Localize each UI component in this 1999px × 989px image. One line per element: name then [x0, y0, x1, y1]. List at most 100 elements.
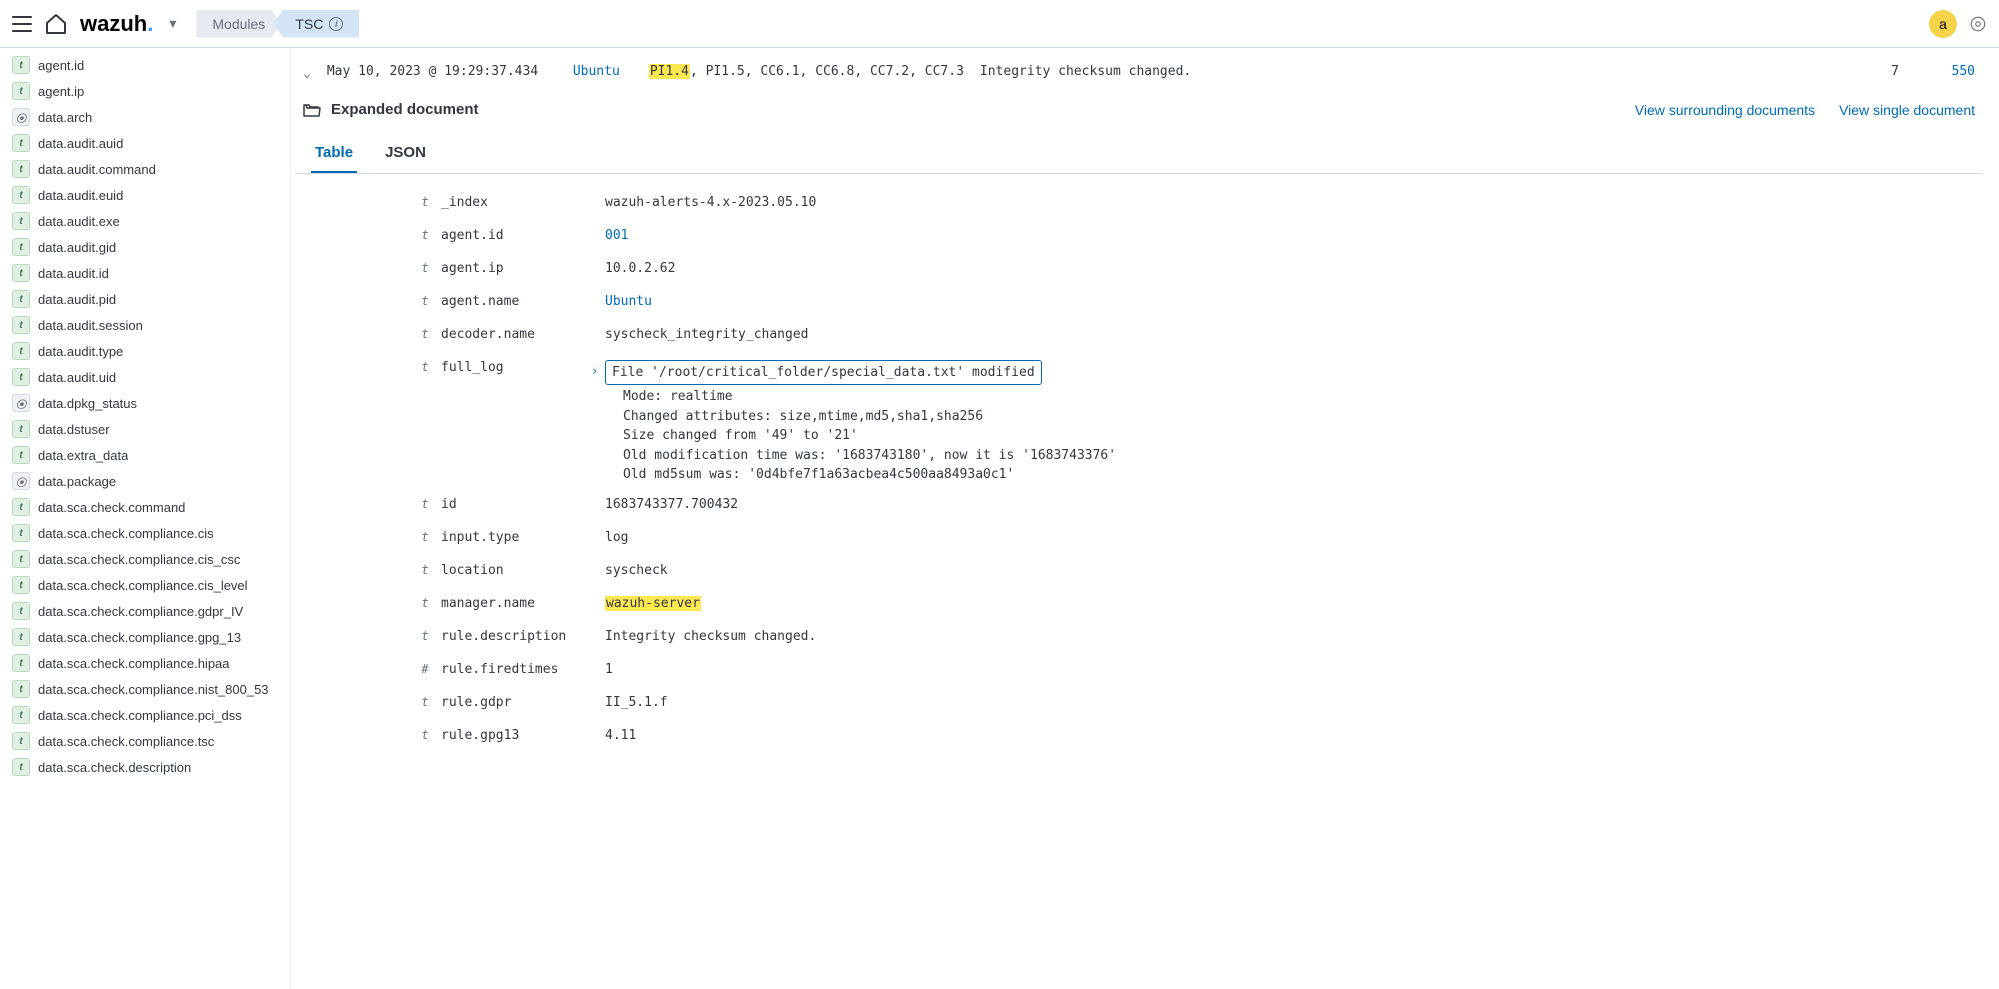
field-name-label: data.sca.check.compliance.pci_dss [38, 708, 242, 723]
field-item[interactable]: tdata.extra_data [0, 442, 290, 468]
wazuh-logo[interactable]: wazuh. [80, 11, 153, 37]
doc-value: II_5.1.f [605, 695, 1983, 710]
field-name-label: data.audit.type [38, 344, 123, 359]
hamburger-menu-icon[interactable] [12, 16, 32, 32]
field-item[interactable]: t data.audit.id [0, 260, 290, 286]
alert-row: ⌄ May 10, 2023 @ 19:29:37.434 Ubuntu PI1… [295, 60, 1983, 85]
full-log-rest: Mode: realtime Changed attributes: size,… [605, 387, 1983, 479]
field-item[interactable]: tdata.audit.uid [0, 364, 290, 390]
field-item[interactable]: ⦿data.package [0, 468, 290, 494]
doc-key: agent.name [435, 294, 605, 309]
view-surrounding-link[interactable]: View surrounding documents [1635, 102, 1815, 118]
breadcrumb-tsc[interactable]: TSC i [273, 10, 359, 38]
info-icon[interactable]: i [329, 17, 343, 31]
tab-json[interactable]: JSON [381, 134, 430, 173]
doc-row: tagent.id001 [415, 219, 1983, 252]
clock-type-icon: ⦿ [12, 394, 30, 412]
field-name-label: data.sca.check.command [38, 500, 185, 515]
field-name-label: data.dpkg_status [38, 396, 137, 411]
chevron-down-icon[interactable]: ▾ [169, 15, 176, 32]
field-type-icon: t [415, 195, 435, 209]
field-name-label: agent.ip [38, 84, 84, 99]
row-agent-link[interactable]: Ubuntu [573, 64, 633, 79]
field-item[interactable]: t data.audit.type [0, 338, 290, 364]
field-item[interactable]: tagent.id [0, 52, 290, 78]
doc-value: wazuh-alerts-4.x-2023.05.10 [605, 195, 1983, 210]
doc-key: rule.firedtimes [435, 662, 605, 677]
field-item[interactable]: tdata.audit.gid [0, 234, 290, 260]
field-item[interactable]: t data.sca.check.compliance.pci_dss [0, 702, 290, 728]
field-item[interactable]: tdata.sca.check.compliance.cis [0, 520, 290, 546]
field-name-label: data.sca.check.compliance.tsc [38, 734, 214, 749]
field-item[interactable]: tdata.sca.check.compliance.hipaa [0, 650, 290, 676]
doc-value-link[interactable]: Ubuntu [605, 294, 652, 309]
newsfeed-icon[interactable] [1969, 15, 1987, 33]
field-item[interactable]: tdata.audit.session [0, 312, 290, 338]
breadcrumb: Modules TSC i [196, 10, 359, 38]
row-timestamp: May 10, 2023 @ 19:29:37.434 [327, 64, 557, 79]
doc-row: tid1683743377.700432 [415, 488, 1983, 521]
field-name-label: data.sca.check.compliance.gdpr_IV [38, 604, 243, 619]
text-type-icon: t [12, 134, 30, 152]
field-item[interactable]: tdata.audit.command [0, 156, 290, 182]
text-type-icon: t [12, 706, 30, 724]
doc-row: trule.gpg134.11 [415, 719, 1983, 752]
main: tagent.idtagent.ip⦿data.archtdata.audit.… [0, 48, 1999, 989]
text-type-icon: t [12, 602, 30, 620]
field-item[interactable]: tdata.sca.check.compliance.tsc [0, 728, 290, 754]
field-item[interactable]: t data.sca.check.compliance.gdpr_IV [0, 598, 290, 624]
field-item[interactable]: tdata.sca.check.description [0, 754, 290, 780]
home-icon[interactable] [44, 12, 68, 36]
doc-value-link[interactable]: 001 [605, 228, 628, 243]
doc-table: t_indexwazuh-alerts-4.x-2023.05.10tagent… [295, 174, 1983, 776]
field-name-label: data.sca.check.compliance.gpg_13 [38, 630, 241, 645]
doc-key: decoder.name [435, 327, 605, 342]
field-item[interactable]: t data.audit.auid [0, 130, 290, 156]
view-single-link[interactable]: View single document [1839, 102, 1975, 118]
doc-value: ›File '/root/critical_folder/special_dat… [605, 360, 1983, 479]
doc-value: Integrity checksum changed. [605, 629, 1983, 644]
text-type-icon: t [12, 186, 30, 204]
text-type-icon: t [12, 498, 30, 516]
field-item[interactable]: t data.sca.check.command [0, 494, 290, 520]
breadcrumb-modules[interactable]: Modules [196, 10, 281, 38]
text-type-icon: t [12, 550, 30, 568]
content: ⌄ May 10, 2023 @ 19:29:37.434 Ubuntu PI1… [290, 48, 1999, 989]
field-type-icon: t [415, 228, 435, 242]
field-item[interactable]: t data.sca.check.compliance.gpg_13 [0, 624, 290, 650]
row-tsc: PI1.4, PI1.5, CC6.1, CC6.8, CC7.2, CC7.3 [649, 64, 964, 79]
doc-key: agent.ip [435, 261, 605, 276]
text-type-icon: t [12, 82, 30, 100]
field-item[interactable]: tdata.sca.check.compliance.nist_800_53 [0, 676, 290, 702]
doc-key: rule.gdpr [435, 695, 605, 710]
field-item[interactable]: t agent.ip [0, 78, 290, 104]
doc-key: rule.gpg13 [435, 728, 605, 743]
row-ruleid-link[interactable]: 550 [1915, 64, 1975, 79]
field-item[interactable]: ⦿ data.dpkg_status [0, 390, 290, 416]
doc-value: 1 [605, 662, 1983, 677]
field-name-label: data.audit.auid [38, 136, 123, 151]
tab-table[interactable]: Table [311, 134, 357, 173]
field-item[interactable]: tdata.dstuser [0, 416, 290, 442]
collapse-caret-icon[interactable]: ⌄ [303, 66, 311, 81]
text-type-icon: t [12, 758, 30, 776]
field-item[interactable]: tdata.audit.euid [0, 182, 290, 208]
field-item[interactable]: tdata.sca.check.compliance.cis_csc [0, 546, 290, 572]
field-name-label: data.audit.session [38, 318, 143, 333]
field-item[interactable]: tdata.audit.pid [0, 286, 290, 312]
field-item[interactable]: tdata.sca.check.compliance.cis_level [0, 572, 290, 598]
text-type-icon: t [12, 212, 30, 230]
doc-row: t_indexwazuh-alerts-4.x-2023.05.10 [415, 186, 1983, 219]
text-type-icon: t [12, 264, 30, 282]
expand-log-icon[interactable]: › [591, 364, 598, 378]
field-item[interactable]: ⦿data.arch [0, 104, 290, 130]
field-item[interactable]: tdata.audit.exe [0, 208, 290, 234]
text-type-icon: t [12, 628, 30, 646]
text-type-icon: t [12, 342, 30, 360]
field-type-icon: t [415, 728, 435, 742]
field-name-label: data.audit.id [38, 266, 109, 281]
avatar[interactable]: a [1929, 10, 1957, 38]
text-type-icon: t [12, 576, 30, 594]
doc-row: tdecoder.namesyscheck_integrity_changed [415, 318, 1983, 351]
app-header: wazuh. ▾ Modules TSC i a [0, 0, 1999, 48]
